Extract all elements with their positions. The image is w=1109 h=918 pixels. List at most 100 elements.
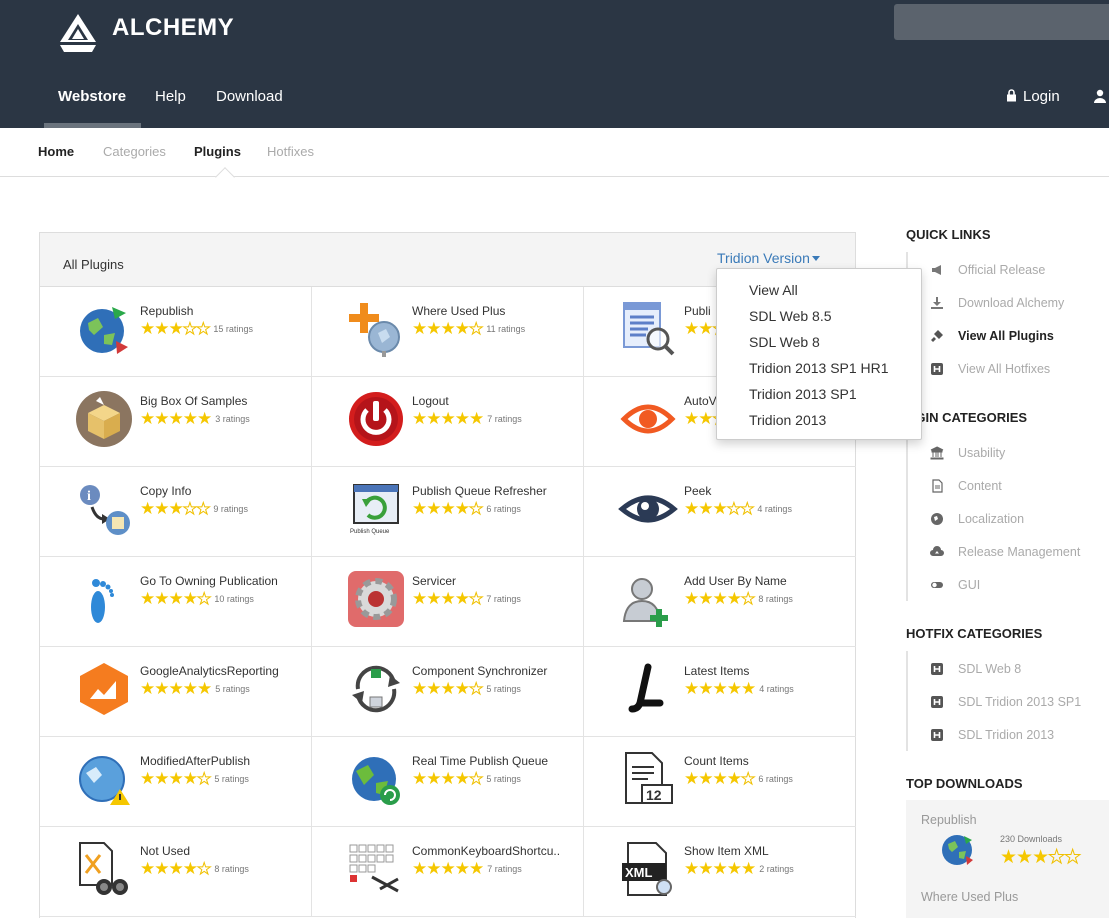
plugin-card-servicer[interactable]: Servicer ★★★★★ 7 ratings — [312, 557, 584, 647]
hotfix-category-tridion-2013[interactable]: SDL Tridion 2013 — [958, 728, 1054, 742]
plugin-name[interactable]: CommonKeyboardShortcu.. — [412, 844, 560, 858]
plugin-name[interactable]: Publi — [684, 304, 711, 318]
quick-link-view-all-hotfixes[interactable]: View All Hotfixes — [958, 362, 1050, 376]
version-option-tridion-2013[interactable]: Tridion 2013 — [749, 412, 826, 428]
nav-help[interactable]: Help — [155, 72, 186, 128]
plugin-name[interactable]: ModifiedAfterPublish — [140, 754, 250, 768]
xml-icon[interactable]: XML — [618, 839, 678, 899]
plugin-name[interactable]: Publish Queue Refresher — [412, 484, 547, 498]
plugin-card-modifiedafterpublish[interactable]: ModifiedAfterPublish ★★★★★ 5 ratings — [40, 737, 312, 827]
nav-webstore[interactable]: Webstore — [44, 72, 141, 128]
plugin-card-latest-items[interactable]: Latest Items ★★★★★ 4 ratings — [584, 647, 856, 737]
category-content[interactable]: Content — [958, 479, 1002, 493]
category-usability[interactable]: Usability — [958, 446, 1005, 460]
alchemy-logo-icon[interactable] — [58, 12, 98, 56]
plugin-card-logout[interactable]: Logout ★★★★★ 7 ratings — [312, 377, 584, 467]
globe-warning-icon[interactable] — [74, 749, 134, 809]
analytics-icon[interactable] — [74, 659, 134, 719]
hotfix-category-sdl-web-8[interactable]: SDL Web 8 — [958, 662, 1021, 676]
login-link[interactable]: Login — [1006, 72, 1060, 122]
plugin-name[interactable]: Republish — [140, 304, 193, 318]
category-gui[interactable]: GUI — [958, 578, 980, 592]
search-input[interactable] — [894, 4, 1109, 40]
add-user-icon[interactable] — [618, 569, 678, 629]
document-count-icon[interactable]: 12 — [618, 749, 678, 809]
plugin-card-commonkeyboardshortcu[interactable]: CommonKeyboardShortcu.. ★★★★★ 7 ratings — [312, 827, 584, 917]
plugin-name[interactable]: Logout — [412, 394, 449, 408]
plugin-name[interactable]: Peek — [684, 484, 711, 498]
plugin-card-show-item-xml[interactable]: XML Show Item XML ★★★★★ 2 ratings — [584, 827, 856, 917]
box-icon[interactable] — [74, 389, 134, 449]
version-option-tridion-2013-sp1-hr1[interactable]: Tridion 2013 SP1 HR1 — [749, 360, 889, 376]
category-localization[interactable]: Localization — [958, 512, 1024, 526]
globe-refresh-icon[interactable] — [346, 749, 406, 809]
plugin-name[interactable]: Copy Info — [140, 484, 191, 498]
gear-icon[interactable] — [346, 569, 406, 629]
plugin-name[interactable]: Big Box Of Samples — [140, 394, 247, 408]
plugin-card-real-time-publish-queue[interactable]: Real Time Publish Queue ★★★★★ 5 ratings — [312, 737, 584, 827]
plugin-card-where-used-plus[interactable]: Where Used Plus ★★★★★ 11 ratings — [312, 287, 584, 377]
plugin-name[interactable]: Add User By Name — [684, 574, 787, 588]
rating-count: 2 ratings — [759, 864, 794, 874]
binoculars-icon[interactable] — [74, 839, 134, 899]
plugin-card-copy-info[interactable]: i Copy Info ★★★★★ 9 ratings — [40, 467, 312, 557]
plugin-card-count-items[interactable]: 12 Count Items ★★★★★ 6 ratings — [584, 737, 856, 827]
eye-orange-icon[interactable] — [618, 389, 678, 449]
plugin-name[interactable]: Latest Items — [684, 664, 749, 678]
eye-icon[interactable] — [618, 479, 678, 539]
top-download-where-used-plus[interactable]: Where Used Plus — [921, 890, 1018, 904]
plugin-name[interactable]: Servicer — [412, 574, 456, 588]
rating-count: 5 ratings — [214, 774, 249, 784]
subnav-plugins[interactable]: Plugins — [194, 128, 241, 176]
plugin-name[interactable]: GoogleAnalyticsReporting — [140, 664, 279, 678]
plugin-name[interactable]: Where Used Plus — [412, 304, 505, 318]
brand-name[interactable]: ALCHEMY — [112, 14, 234, 42]
rating-stars-filled: ★★★ — [140, 319, 184, 338]
quick-link-view-all-plugins[interactable]: View All Plugins — [958, 329, 1054, 343]
list-magnifier-icon[interactable] — [618, 299, 678, 359]
version-option-tridion-2013-sp1[interactable]: Tridion 2013 SP1 — [749, 386, 857, 402]
plugin-card-publish-queue-refresher[interactable]: Publish Queue Publish Queue Refresher ★★★★… — [312, 467, 584, 557]
user-icon[interactable] — [1093, 89, 1107, 103]
plugin-name[interactable]: AutoV — [684, 394, 717, 408]
hotfix-category-tridion-2013-sp1[interactable]: SDL Tridion 2013 SP1 — [958, 695, 1081, 709]
power-icon[interactable] — [346, 389, 406, 449]
version-option-sdl-web-8[interactable]: SDL Web 8 — [749, 334, 820, 350]
top-download-republish[interactable]: Republish — [921, 813, 977, 827]
version-option-view-all[interactable]: View All — [749, 282, 798, 298]
plugin-card-republish[interactable]: Republish ★★★★★ 15 ratings — [40, 287, 312, 377]
plugin-card-component-synchronizer[interactable]: Component Synchronizer ★★★★★ 5 ratings — [312, 647, 584, 737]
plugin-rating: ★★★★★ 7 ratings — [412, 589, 521, 610]
keyboard-icon[interactable] — [346, 839, 406, 899]
version-option-sdl-web-8-5[interactable]: SDL Web 8.5 — [749, 308, 832, 324]
plugin-card-add-user-by-name[interactable]: Add User By Name ★★★★★ 8 ratings — [584, 557, 856, 647]
plus-globe-icon[interactable] — [346, 299, 406, 359]
plugin-name[interactable]: Not Used — [140, 844, 190, 858]
subnav-hotfixes[interactable]: Hotfixes — [267, 128, 314, 176]
category-release-management[interactable]: Release Management — [958, 545, 1080, 559]
letter-l-icon[interactable] — [618, 659, 678, 719]
plugin-name[interactable]: Count Items — [684, 754, 749, 768]
plugin-card-go-to-owning-publication[interactable]: Go To Owning Publication ★★★★★ 10 ratings — [40, 557, 312, 647]
globe-arrows-icon[interactable] — [74, 299, 134, 359]
plugin-name[interactable]: Component Synchronizer — [412, 664, 547, 678]
subnav-categories[interactable]: Categories — [103, 128, 166, 176]
globe-arrows-icon[interactable] — [940, 832, 976, 868]
nav-download[interactable]: Download — [216, 72, 283, 128]
quick-link-official-release[interactable]: Official Release — [958, 263, 1045, 277]
queue-refresh-icon[interactable]: Publish Queue — [346, 479, 406, 539]
footprint-icon[interactable] — [74, 569, 134, 629]
tridion-version-dropdown-toggle[interactable]: Tridion Version — [717, 250, 820, 266]
plugin-card-big-box-of-samples[interactable]: Big Box Of Samples ★★★★★ 3 ratings — [40, 377, 312, 467]
quick-link-download-alchemy[interactable]: Download Alchemy — [958, 296, 1064, 310]
plugin-card-peek[interactable]: Peek ★★★★★ 4 ratings — [584, 467, 856, 557]
plugin-card-googleanalyticsreporting[interactable]: GoogleAnalyticsReporting ★★★★★ 5 ratings — [40, 647, 312, 737]
sync-icon[interactable] — [346, 659, 406, 719]
info-copy-icon[interactable]: i — [74, 479, 134, 539]
plugin-name[interactable]: Go To Owning Publication — [140, 574, 278, 588]
plugin-card-not-used[interactable]: Not Used ★★★★★ 8 ratings — [40, 827, 312, 917]
plugin-name[interactable]: Show Item XML — [684, 844, 769, 858]
rating-stars-empty: ★★ — [726, 501, 755, 519]
plugin-name[interactable]: Real Time Publish Queue — [412, 754, 548, 768]
subnav-home[interactable]: Home — [38, 128, 74, 176]
